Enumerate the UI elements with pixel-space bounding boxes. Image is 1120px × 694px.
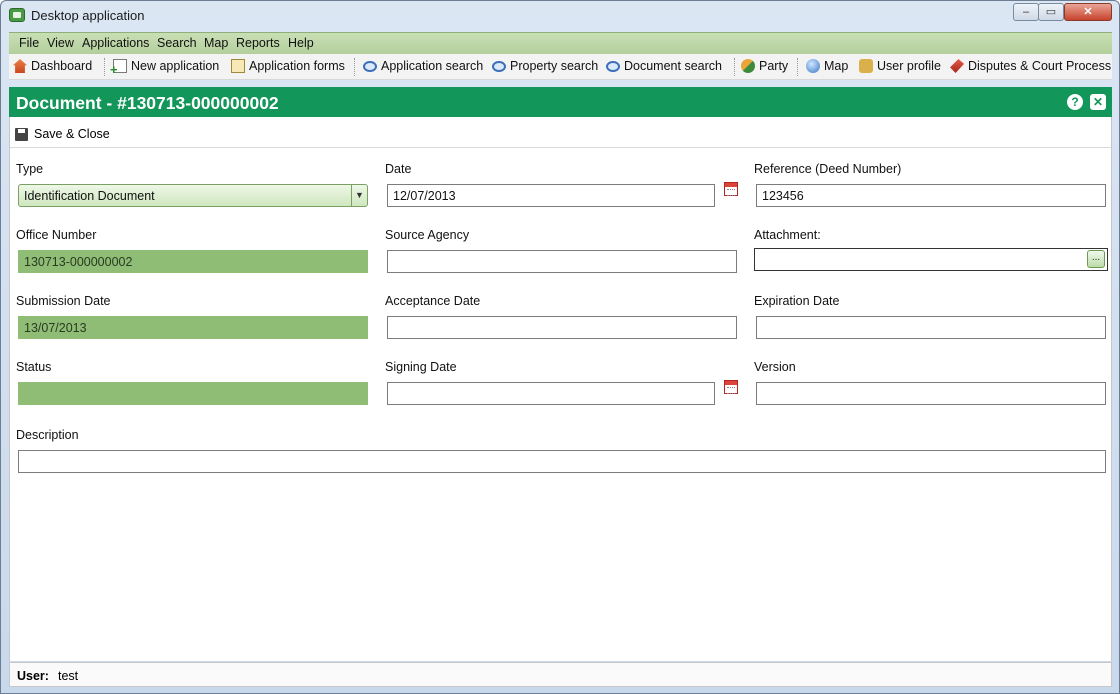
application-search-label: Application search — [381, 59, 484, 73]
menu-view[interactable]: View — [47, 36, 74, 50]
office-number-label: Office Number — [16, 228, 97, 242]
forms-icon — [231, 59, 245, 73]
toolbar-separator — [104, 58, 105, 76]
save-close-button[interactable]: Save & Close — [15, 127, 110, 141]
application-forms-label: Application forms — [249, 59, 345, 73]
app-window: Desktop application ‒ ▭ ✕ File View Appl… — [0, 0, 1120, 694]
dashboard-label: Dashboard — [31, 59, 93, 73]
page-title: Document - #130713-000000002 — [16, 93, 279, 113]
user-profile-button[interactable]: User profile — [859, 59, 941, 73]
help-icon[interactable]: ? — [1067, 94, 1083, 110]
maximize-button[interactable]: ▭ — [1038, 3, 1064, 21]
menu-bar: File View Applications Search Map Report… — [9, 32, 1112, 54]
acceptance-date-label: Acceptance Date — [385, 294, 481, 308]
application-forms-button[interactable]: Application forms — [231, 59, 345, 73]
close-icon[interactable]: ✕ — [1090, 94, 1106, 110]
document-search-label: Document search — [624, 59, 722, 73]
status-label: Status — [16, 360, 52, 374]
property-search-label: Property search — [510, 59, 599, 73]
reference-label: Reference (Deed Number) — [754, 162, 902, 176]
panel-header: Document - #130713-000000002 ? ✕ — [9, 87, 1112, 117]
signing-date-label: Signing Date — [385, 360, 457, 374]
window-title: Desktop application — [31, 8, 145, 23]
user-profile-label: User profile — [877, 59, 941, 73]
home-icon — [13, 59, 27, 73]
office-number-field — [18, 250, 368, 273]
new-application-label: New application — [131, 59, 220, 73]
acceptance-date-field[interactable] — [387, 316, 737, 339]
version-field[interactable] — [756, 382, 1106, 405]
calendar-icon[interactable] — [724, 182, 738, 196]
app-icon — [9, 8, 25, 22]
reference-field[interactable] — [756, 184, 1106, 207]
save-close-label: Save & Close — [34, 127, 110, 141]
globe-icon — [806, 59, 820, 73]
form-toolbar: Save & Close — [10, 117, 1111, 148]
window-close-button[interactable]: ✕ — [1064, 3, 1112, 21]
description-label: Description — [16, 428, 79, 442]
new-application-button[interactable]: New application — [110, 59, 220, 77]
expiration-date-field[interactable] — [756, 316, 1106, 339]
user-profile-icon — [859, 59, 873, 73]
title-bar[interactable]: Desktop application ‒ ▭ ✕ — [1, 1, 1119, 29]
toolbar: Dashboard New application Application fo… — [9, 54, 1112, 80]
attachment-label: Attachment: — [754, 228, 821, 242]
chevron-down-icon: ▼ — [351, 185, 367, 206]
dashboard-button[interactable]: Dashboard — [13, 59, 92, 73]
document-search-button[interactable]: Document search — [606, 59, 722, 73]
menu-reports[interactable]: Reports — [236, 36, 280, 50]
attachment-field[interactable] — [754, 248, 1108, 271]
user-value: test — [58, 669, 79, 683]
date-field[interactable] — [387, 184, 715, 207]
calendar-icon[interactable] — [724, 380, 738, 394]
property-search-button[interactable]: Property search — [492, 59, 598, 73]
document-form: Save & Close Type Identification Documen… — [9, 117, 1112, 661]
submission-date-field — [18, 316, 368, 339]
type-select-value: Identification Document — [24, 189, 155, 203]
minimize-button[interactable]: ‒ — [1013, 3, 1039, 21]
user-label: User: — [17, 669, 49, 683]
toolbar-separator — [734, 58, 735, 76]
source-agency-field[interactable] — [387, 250, 737, 273]
type-select[interactable]: Identification Document ▼ — [18, 184, 368, 207]
gavel-icon — [950, 59, 964, 73]
description-field[interactable] — [18, 450, 1106, 473]
save-icon — [15, 127, 28, 141]
menu-applications[interactable]: Applications — [82, 36, 149, 50]
disputes-label: Disputes & Court Process — [968, 59, 1112, 73]
party-icon — [741, 59, 755, 73]
map-label: Map — [824, 59, 849, 73]
status-bar: User: test — [9, 662, 1112, 687]
toolbar-separator — [354, 58, 355, 76]
party-label: Party — [759, 59, 789, 73]
toolbar-separator — [797, 58, 798, 76]
status-field — [18, 382, 368, 405]
menu-search[interactable]: Search — [157, 36, 197, 50]
expiration-date-label: Expiration Date — [754, 294, 840, 308]
party-button[interactable]: Party — [741, 59, 788, 73]
source-agency-label: Source Agency — [385, 228, 470, 242]
map-button[interactable]: Map — [806, 59, 848, 73]
new-document-icon — [110, 59, 127, 77]
menu-file[interactable]: File — [19, 36, 39, 50]
menu-map[interactable]: Map — [204, 36, 228, 50]
menu-help[interactable]: Help — [288, 36, 314, 50]
submission-date-label: Submission Date — [16, 294, 111, 308]
disputes-button[interactable]: Disputes & Court Process — [950, 59, 1111, 73]
search-icon — [363, 60, 377, 72]
signing-date-field[interactable] — [387, 382, 715, 405]
search-icon — [492, 60, 506, 72]
date-label: Date — [385, 162, 412, 176]
search-icon — [606, 60, 620, 72]
type-label: Type — [16, 162, 44, 176]
version-label: Version — [754, 360, 796, 374]
application-search-button[interactable]: Application search — [363, 59, 483, 73]
browse-button[interactable]: ... — [1087, 250, 1105, 268]
